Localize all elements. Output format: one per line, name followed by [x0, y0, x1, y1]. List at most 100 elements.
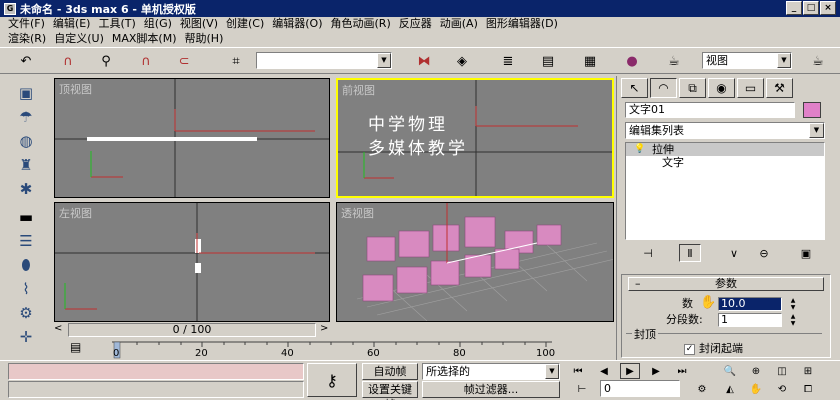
maxscript-listener[interactable]	[8, 363, 304, 380]
helper-icon[interactable]: ✛	[14, 326, 38, 348]
key-filters-button[interactable]: 帧过滤器...	[422, 381, 560, 398]
sphere-icon[interactable]: ◍	[14, 130, 38, 152]
create-tab-icon[interactable]: ↖	[621, 78, 648, 98]
display-tab-icon[interactable]: ▭	[737, 78, 764, 98]
render-type-dropdown[interactable]: 视图 ▼	[702, 52, 792, 69]
curve-editor-icon[interactable]: ▤	[538, 51, 558, 71]
utilities-tab-icon[interactable]: ⚒	[766, 78, 793, 98]
maximize-button[interactable]: □	[803, 1, 819, 15]
next-frame-icon[interactable]: >	[320, 323, 328, 334]
key-mode-icon[interactable]: ⚷	[307, 363, 357, 397]
link-icon[interactable]: ∩	[58, 51, 78, 71]
menu-maxscript[interactable]: MAX脚本(M)	[108, 32, 181, 46]
render-scene-icon[interactable]: ☕	[664, 51, 684, 71]
zoom-extents-icon[interactable]: ◫	[772, 363, 792, 379]
next-frame-icon[interactable]: ▶	[646, 363, 666, 379]
zoom-icon[interactable]: 🔍	[720, 363, 740, 379]
go-to-end-icon[interactable]: ⏭	[672, 363, 692, 379]
time-slider[interactable]: 0 / 100	[68, 323, 316, 337]
menu-rendering[interactable]: 渲染(R)	[4, 32, 50, 46]
select-filter-icon[interactable]: ⊂	[174, 51, 194, 71]
chevron-down-icon: ▼	[809, 123, 824, 138]
viewport-left[interactable]: 左视图	[54, 202, 330, 322]
remove-modifier-icon[interactable]: ⊖	[753, 244, 775, 262]
stack-item-extrude[interactable]: 💡 拉伸	[626, 143, 824, 156]
object-color-swatch[interactable]	[803, 102, 821, 118]
menu-help[interactable]: 帮助(H)	[181, 32, 228, 46]
menu-character[interactable]: 角色动画(R)	[327, 17, 395, 31]
hierarchy-tab-icon[interactable]: ⧉	[679, 78, 706, 98]
menu-modifiers[interactable]: 编辑器(O)	[268, 17, 326, 31]
align-icon[interactable]: ◈	[452, 51, 472, 71]
rollout-header[interactable]: – 参数	[628, 277, 824, 291]
object-name-field[interactable]: 文字01	[625, 102, 795, 118]
make-unique-icon[interactable]: ∨	[723, 244, 745, 262]
star-icon[interactable]: ✱	[14, 178, 38, 200]
bind-spacewarp-icon[interactable]: ∩	[136, 51, 156, 71]
time-config-icon[interactable]: ⚙	[692, 381, 712, 397]
track-bar[interactable]: ▤ 0 20 40 60 80 100	[52, 338, 616, 360]
named-selection-dropdown[interactable]: ▼	[256, 52, 392, 69]
layer-manager-icon[interactable]: ≣	[498, 51, 518, 71]
spinner-arrows-icon[interactable]: ▲ ▼	[788, 297, 798, 311]
go-to-start-icon[interactable]: ⏮	[568, 363, 588, 379]
plane-icon[interactable]: ▬	[14, 206, 38, 228]
auto-key-button[interactable]: 自动帧	[362, 363, 418, 380]
configure-sets-icon[interactable]: ▣	[795, 244, 817, 262]
previous-frame-icon[interactable]: ◀	[594, 363, 614, 379]
gear-icon[interactable]: ⚙	[14, 302, 38, 324]
shape-icon[interactable]: ⌇	[14, 278, 38, 300]
prev-frame-icon[interactable]: <	[54, 323, 62, 334]
current-frame-field[interactable]: 0	[600, 380, 680, 397]
segments-spinner[interactable]: 1	[718, 313, 782, 327]
mirror-icon[interactable]: ⧓	[414, 51, 434, 71]
field-of-view-icon[interactable]: ◭	[720, 381, 740, 397]
key-mode-toggle-icon[interactable]: ⊢	[572, 381, 592, 397]
menu-reactor[interactable]: 反应器	[395, 17, 436, 31]
quick-render-icon[interactable]: ☕	[808, 51, 828, 71]
capsule-icon[interactable]: ⬮	[14, 254, 38, 276]
viewport-front[interactable]: 前视图 中学物理 多媒体教学	[336, 78, 614, 198]
stack-item-text[interactable]: 文字	[626, 156, 824, 169]
menu-group[interactable]: 组(G)	[140, 17, 176, 31]
motion-tab-icon[interactable]: ◉	[708, 78, 735, 98]
menu-graph-editors[interactable]: 图形编辑器(D)	[482, 17, 562, 31]
modifier-list-dropdown[interactable]: 编辑集列表 ▼	[625, 122, 825, 139]
unlink-icon[interactable]: ⚲	[96, 51, 116, 71]
pin-stack-icon[interactable]: ⊣	[637, 244, 659, 262]
selected-dropdown[interactable]: 所选择的 ▼	[422, 363, 560, 380]
arc-rotate-icon[interactable]: ⟲	[772, 381, 792, 397]
show-end-result-icon[interactable]: Ⅱ	[679, 244, 701, 262]
menu-edit[interactable]: 编辑(E)	[49, 17, 95, 31]
zoom-extents-all-icon[interactable]: ⊞	[798, 363, 818, 379]
modify-tab-icon[interactable]: ◠	[650, 78, 677, 98]
box-icon[interactable]: ▣	[14, 82, 38, 104]
schematic-view-icon[interactable]: ▦	[580, 51, 600, 71]
minimize-button[interactable]: _	[786, 1, 802, 15]
cap-start-option[interactable]: ✓ 封闭起端	[684, 340, 743, 356]
zoom-all-icon[interactable]: ⊕	[746, 363, 766, 379]
menu-views[interactable]: 视图(V)	[176, 17, 222, 31]
maximize-viewport-icon[interactable]: ⧠	[798, 381, 818, 397]
teapot-icon[interactable]: ☂	[14, 106, 38, 128]
spinner-arrows-icon[interactable]: ▲ ▼	[788, 313, 798, 327]
set-key-button[interactable]: 设置关键帧	[362, 381, 418, 400]
menu-animation[interactable]: 动画(A)	[436, 17, 482, 31]
menu-customize[interactable]: 自定义(U)	[50, 32, 108, 46]
play-icon[interactable]: ▶	[620, 363, 640, 379]
menu-create[interactable]: 创建(C)	[222, 17, 268, 31]
select-by-name-icon[interactable]: ⌗	[226, 51, 246, 71]
viewport-top[interactable]: 顶视图	[54, 78, 330, 198]
menu-tools[interactable]: 工具(T)	[94, 17, 139, 31]
light-bulb-icon[interactable]: 💡	[634, 143, 645, 156]
material-editor-icon[interactable]: ●	[622, 51, 642, 71]
cylinder-icon[interactable]: ☰	[14, 230, 38, 252]
viewport-perspective[interactable]: 透视图	[336, 202, 614, 322]
cone-icon[interactable]: ♜	[14, 154, 38, 176]
undo-icon[interactable]: ↶	[16, 51, 36, 71]
pan-icon[interactable]: ✋	[746, 381, 766, 397]
cap-start-checkbox[interactable]: ✓	[684, 343, 695, 355]
amount-spinner[interactable]: 10.0	[718, 297, 782, 311]
close-button[interactable]: ×	[820, 1, 836, 15]
menu-file[interactable]: 文件(F)	[4, 17, 49, 31]
